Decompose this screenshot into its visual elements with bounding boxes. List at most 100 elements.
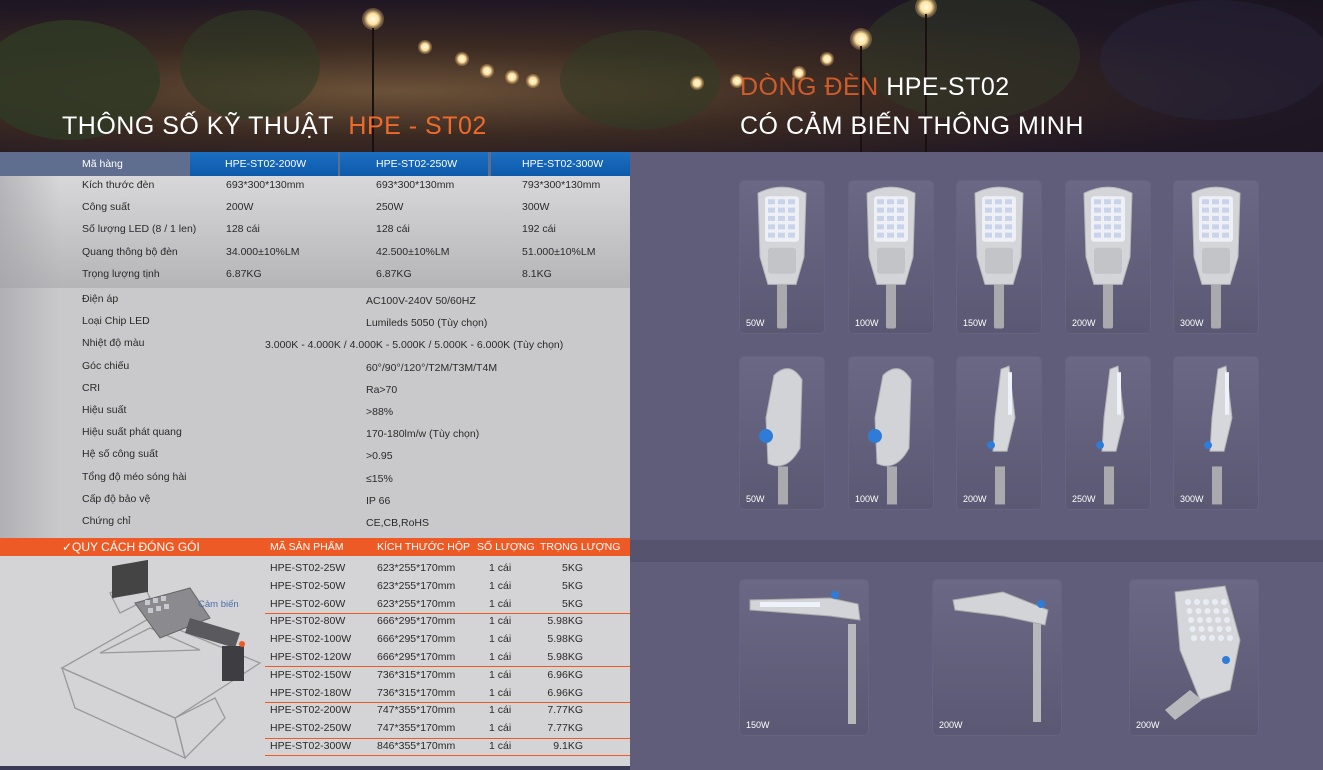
spec-row-label: CRI <box>82 381 101 394</box>
packing-cell: HPE-ST02-60W <box>270 597 346 610</box>
packing-row: HPE-ST02-60W 623*255*170mm 1 cái 5KG <box>265 595 630 613</box>
street-light-image <box>1083 186 1133 329</box>
packing-group-separator <box>265 755 630 757</box>
packing-cell: 1 cái <box>489 740 512 752</box>
spec-row-value: ≤15% <box>366 472 393 485</box>
spec-row-value: 8.1KG <box>522 267 552 280</box>
spec-row-value: >88% <box>366 406 394 418</box>
street-lamp-glow <box>505 70 519 84</box>
spec-row-label: Góc chiếu <box>82 359 130 372</box>
tree-silhouette <box>1100 0 1323 120</box>
street-light-image <box>1165 585 1241 720</box>
packing-row: HPE-ST02-180W 736*315*170mm 1 cái 6.96KG <box>265 684 630 702</box>
gallery-divider <box>630 540 1323 562</box>
packing-row: HPE-ST02-100W 666*295*170mm 1 cái 5.98KG <box>265 630 630 648</box>
packing-cell: 747*355*170mm <box>377 704 456 717</box>
packing-row: HPE-ST02-25W 623*255*170mm 1 cái 5KG <box>265 559 630 577</box>
street-light-image <box>987 365 1016 505</box>
product-card: 300W <box>1174 181 1258 333</box>
spec-row-label: Cấp độ bảo vệ <box>82 492 151 505</box>
spec-row-value: >0.95 <box>366 450 393 463</box>
spec-row-value: Lumileds 5050 (Tùy chọn) <box>366 317 488 330</box>
packing-cell: 5KG <box>561 579 583 592</box>
spec-heading-model: HPE - ST02 <box>348 112 487 140</box>
product-card: 150W <box>957 181 1041 333</box>
street-lamp-glow <box>362 8 384 30</box>
spec-row-value: Ra>70 <box>366 383 398 396</box>
product-card: 150W <box>740 580 868 735</box>
spec-row-value: 51.000±10%LM <box>522 245 596 258</box>
street-lamp-glow <box>418 40 432 54</box>
product-line-heading: DÒNG ĐÈN HPE-ST02 <box>740 73 1010 102</box>
packing-cell: HPE-ST02-250W <box>270 722 352 735</box>
spec-row-value: 3.000K - 4.000K / 4.000K - 5.000K / 5.00… <box>265 339 564 352</box>
street-light-image <box>868 368 912 505</box>
wattage-label: 50W <box>746 494 765 504</box>
spec-row-label: Hiệu suất phát quang <box>82 426 182 439</box>
packing-cell: 1 cái <box>489 651 512 663</box>
product-card: 200W <box>1066 181 1150 333</box>
packing-cell: 5.98KG <box>547 633 583 646</box>
packing-cell: 7.77KG <box>547 722 583 735</box>
product-line-model: HPE-ST02 <box>886 73 1010 101</box>
spec-row-value: 42.500±10%LM <box>376 245 450 258</box>
wattage-label: 50W <box>746 318 765 328</box>
street-light-image <box>866 186 916 329</box>
spec-row-value: 250W <box>376 201 404 214</box>
spec-row-value: 6.87KG <box>376 267 412 280</box>
spec-row-label: Nhiệt độ màu <box>82 337 145 350</box>
packing-col-header: SỐ LƯỢNG <box>477 541 535 553</box>
spec-table-header: Mã hàng HPE-ST02-200W HPE-ST02-250W HPE-… <box>0 152 630 176</box>
street-light-image <box>749 591 861 724</box>
packing-cell: 623*255*170mm <box>377 597 456 610</box>
wattage-label: 150W <box>963 318 987 328</box>
spec-row-value: IP 66 <box>366 494 391 507</box>
street-light-image <box>1191 186 1241 329</box>
packing-header-bar: ✓QUY CÁCH ĐÓNG GÓI MÃ SẢN PHẨM KÍCH THƯỚ… <box>0 538 630 556</box>
street-light-image <box>974 186 1024 329</box>
street-lamp-glow <box>455 52 469 66</box>
wattage-label: 150W <box>746 720 770 730</box>
packing-cell: 1 cái <box>489 722 512 735</box>
spec-row-label: Tổng độ méo sóng hài <box>82 470 187 483</box>
street-lamp-glow <box>820 52 834 66</box>
spec-table: Mã hàng HPE-ST02-200W HPE-ST02-250W HPE-… <box>0 152 630 538</box>
spec-heading-text: THÔNG SỐ KỸ THUẬT <box>62 112 334 140</box>
packing-cell: HPE-ST02-80W <box>270 615 346 628</box>
packing-cell: 1 cái <box>489 579 512 592</box>
packing-cell: HPE-ST02-300W <box>270 740 352 752</box>
spec-row-label: Loại Chip LED <box>82 315 150 328</box>
spec-row-value: 128 cái <box>226 223 260 236</box>
packing-cell: 9.1KG <box>553 740 583 752</box>
spec-row-value: 170-180lm/w (Tùy chọn) <box>366 428 480 441</box>
packing-cell: 623*255*170mm <box>377 579 456 592</box>
spec-row-label: Hệ số công suất <box>82 448 158 461</box>
packing-cell: 1 cái <box>489 615 512 628</box>
packing-row: HPE-ST02-80W 666*295*170mm 1 cái 5.98KG <box>265 612 630 630</box>
product-card: 200W <box>957 357 1041 509</box>
packing-row: HPE-ST02-150W 736*315*170mm 1 cái 6.96KG <box>265 666 630 684</box>
street-lamp-glow <box>690 76 704 90</box>
packing-cell: 1 cái <box>489 668 512 681</box>
packing-section: ✓QUY CÁCH ĐÓNG GÓI MÃ SẢN PHẨM KÍCH THƯỚ… <box>0 538 630 770</box>
spec-row-value: 34.000±10%LM <box>226 245 300 258</box>
wattage-label: 100W <box>855 318 879 328</box>
packing-col-header: MÃ SẢN PHẨM <box>270 541 344 553</box>
wattage-label: 200W <box>1072 318 1096 328</box>
product-card: 50W <box>740 181 824 333</box>
packing-row: HPE-ST02-300W 846*355*170mm 1 cái 9.1KG <box>265 737 630 755</box>
bottom-bar <box>0 766 630 770</box>
spec-heading: THÔNG SỐ KỸ THUẬT HPE - ST02 <box>62 112 487 141</box>
packing-cell: HPE-ST02-150W <box>270 668 352 681</box>
spec-row-value: 6.87KG <box>226 267 262 280</box>
packing-cell: 6.96KG <box>547 686 583 699</box>
spec-header-model: HPE-ST02-200W <box>225 158 307 170</box>
packing-col-header: TRỌNG LƯỢNG <box>540 541 621 553</box>
street-light-image <box>1204 365 1233 505</box>
product-card: 100W <box>849 357 933 509</box>
packing-row: HPE-ST02-120W 666*295*170mm 1 cái 5.98KG <box>265 648 630 666</box>
wattage-label: 300W <box>1180 494 1204 504</box>
packing-cell: HPE-ST02-50W <box>270 579 346 592</box>
wattage-label: 200W <box>1136 720 1160 730</box>
spec-row-label: Công suất <box>82 201 130 214</box>
